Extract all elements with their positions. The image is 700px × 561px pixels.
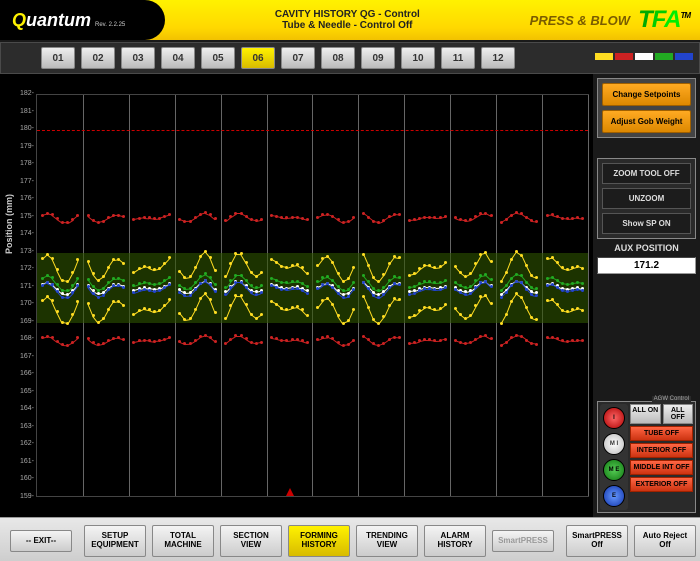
y-tick: 181- [8,108,34,115]
y-tick: 163- [8,423,34,430]
cavity-tab-09[interactable]: 09 [361,47,395,69]
y-tick: 180- [8,125,34,132]
cavity-tab-02[interactable]: 02 [81,47,115,69]
agw-interior-off-button[interactable]: INTERIOR OFF [630,443,693,458]
led-e[interactable]: E [603,485,625,507]
cavity-tab-05[interactable]: 05 [201,47,235,69]
y-tick: 166- [8,370,34,377]
cavity-tab-01[interactable]: 01 [41,47,75,69]
agw-label: AGW Control [652,396,691,402]
legend-swatch [675,53,693,60]
agw-led-column: I M I M E E [600,404,628,510]
data-segment [62,294,67,295]
y-tick: 172- [8,265,34,272]
cavity-tab-11[interactable]: 11 [441,47,475,69]
smartpress-button[interactable]: SmartPRESS [492,530,554,553]
y-tick: 174- [8,230,34,237]
cavity-tab-12[interactable]: 12 [481,47,515,69]
legend-swatch [655,53,673,60]
exit-button[interactable]: -- EXIT-- [10,530,72,553]
y-axis: 159- 160- 161- 162- 163- 164- 165- 166- 167- 168-… [0,94,36,497]
led-mi[interactable]: M I [603,433,625,455]
auto-reject-off-button[interactable]: Auto Reject Off [634,525,696,557]
header-mode: PRESS & BLOW [530,13,630,28]
y-tick: 175- [8,213,34,220]
y-tick: 165- [8,388,34,395]
header-title-line1: CAVITY HISTORY QG - Control [165,9,530,20]
data-segment [62,345,67,346]
header-bar: Quantum Rev. 2.2.25 CAVITY HISTORY QG - … [0,0,700,42]
header-title: CAVITY HISTORY QG - Control Tube & Needl… [165,9,530,31]
cavity-tab-04[interactable]: 04 [161,47,195,69]
agw-tube-off-button[interactable]: TUBE OFF [630,426,693,441]
side-panel: Change Setpoints Adjust Gob Weight ZOOM … [593,74,700,517]
y-tick: 173- [8,248,34,255]
y-tick: 159- [8,493,34,500]
led-me[interactable]: M E [603,459,625,481]
data-segment [532,221,537,223]
y-tick: 178- [8,160,34,167]
legend-swatch [635,53,653,60]
aux-position-label: AUX POSITION [597,243,696,253]
logo-version: Rev. 2.2.25 [95,22,125,28]
y-tick: 161- [8,458,34,465]
agw-exterior-off-button[interactable]: EXTERIOR OFF [630,477,693,492]
zoom-box: ZOOM TOOL OFF UNZOOM Show SP ON [597,158,696,239]
agw-control-panel: AGW Control I M I M E E ALL ON ALL OFF T… [597,401,696,513]
header-title-line2: Tube & Needle - Control Off [165,20,530,31]
y-tick: 168- [8,335,34,342]
agw-all-off-button[interactable]: ALL OFF [663,404,694,424]
brand-tfa: TFATM [638,6,690,34]
plot-area: Position (mm) 159-160-161-162-163-164-16… [0,74,593,517]
trending-view-button[interactable]: TRENDING VIEW [356,525,418,557]
y-tick: 169- [8,318,34,325]
legend-swatch [615,53,633,60]
led-i[interactable]: I [603,407,625,429]
setpoint-box: Change Setpoints Adjust Gob Weight [597,78,696,138]
y-tick: 162- [8,440,34,447]
unzoom-button[interactable]: UNZOOM [602,188,691,209]
y-tick: 182- [8,90,34,97]
setup-equipment-button[interactable]: SETUP EQUIPMENT [84,525,146,557]
cavity-tab-08[interactable]: 08 [321,47,355,69]
cavity-tab-07[interactable]: 07 [281,47,315,69]
zoom-tool-button[interactable]: ZOOM TOOL OFF [602,163,691,184]
logo-text: Quantum [12,10,91,31]
data-segment [568,218,573,220]
cavity-tab-bar: 01 02 03 04 05 06 07 08 09 10 11 12 [0,42,700,74]
logo: Quantum Rev. 2.2.25 [0,0,165,40]
y-tick: 171- [8,283,34,290]
cavity-tab-06[interactable]: 06 [241,47,275,69]
section-view-button[interactable]: SECTION VIEW [220,525,282,557]
y-tick: 164- [8,405,34,412]
cavity-tab-03[interactable]: 03 [121,47,155,69]
forming-history-button[interactable]: FORMING HISTORY [288,525,350,557]
aux-position-value: 171.2 [597,257,696,274]
setpoint-line [37,130,588,131]
y-tick: 179- [8,143,34,150]
y-tick: 176- [8,195,34,202]
plot-canvas[interactable] [36,94,589,497]
data-segment [578,218,583,220]
y-tick: 167- [8,353,34,360]
legend-swatch [595,53,613,60]
bottom-nav-bar: -- EXIT-- SETUP EQUIPMENT TOTAL MACHINE … [0,517,700,561]
total-machine-button[interactable]: TOTAL MACHINE [152,525,214,557]
current-cavity-marker [286,488,294,496]
y-tick: 177- [8,178,34,185]
show-sp-button[interactable]: Show SP ON [602,213,691,234]
agw-all-on-button[interactable]: ALL ON [630,404,661,424]
data-segment [562,341,567,343]
adjust-gob-weight-button[interactable]: Adjust Gob Weight [602,110,691,133]
cavity-tab-10[interactable]: 10 [401,47,435,69]
agw-middleint-off-button[interactable]: MIDDLE INT OFF [630,460,693,475]
legend-swatches [595,53,693,60]
change-setpoints-button[interactable]: Change Setpoints [602,83,691,106]
smartpress-off-button[interactable]: SmartPRESS Off [566,525,628,557]
y-tick: 170- [8,300,34,307]
y-tick: 160- [8,475,34,482]
alarm-history-button[interactable]: ALARM HISTORY [424,525,486,557]
